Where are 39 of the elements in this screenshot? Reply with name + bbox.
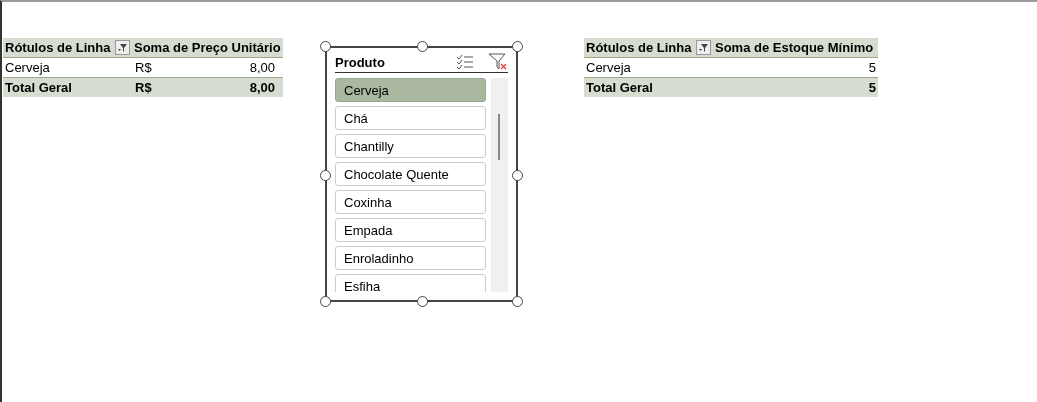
row-label: Total Geral — [585, 80, 654, 95]
slicer-item[interactable]: Esfiha — [335, 274, 487, 292]
selection-handle[interactable] — [512, 41, 523, 52]
selection-handle[interactable] — [320, 41, 331, 52]
slicer-item[interactable]: Cerveja — [335, 78, 487, 102]
row-label: Cerveja — [585, 60, 632, 75]
row-label: Cerveja — [4, 60, 51, 75]
selection-handle[interactable] — [512, 170, 523, 181]
slicer-item[interactable]: Chantilly — [335, 134, 487, 158]
selection-handle[interactable] — [417, 41, 428, 52]
currency-symbol: R$ — [134, 60, 153, 75]
table-cell-text: 5 — [867, 80, 877, 95]
table-cell-text: 5 — [867, 60, 877, 75]
filter-icon — [117, 42, 128, 53]
column-header: Soma de Estoque Mínimo — [714, 40, 875, 55]
scrollbar[interactable] — [491, 78, 508, 292]
clear-filter-icon[interactable] — [488, 53, 508, 71]
selection-handle[interactable] — [512, 296, 523, 307]
selection-handle[interactable] — [417, 296, 428, 307]
scrollbar-thumb[interactable] — [498, 114, 501, 160]
column-header: Soma de Preço Unitário — [133, 40, 282, 55]
column-header: Rótulos de Linha — [585, 40, 693, 55]
row-label: Total Geral — [4, 80, 73, 95]
filter-icon — [698, 42, 709, 53]
currency-symbol: R$ — [134, 80, 153, 95]
table-cell-text: 8,00 — [248, 60, 276, 75]
selection-handle[interactable] — [320, 296, 331, 307]
slicer-item[interactable]: Empada — [335, 218, 487, 242]
column-header: Rótulos de Linha — [4, 40, 112, 55]
table-cell-text: 8,00 — [248, 80, 276, 95]
slicer-item[interactable]: Chocolate Quente — [335, 162, 487, 186]
slicer-title: Produto — [335, 54, 386, 70]
multi-select-icon[interactable] — [456, 54, 474, 70]
slicer-item[interactable]: Chá — [335, 106, 487, 130]
selection-handle[interactable] — [320, 170, 331, 181]
filter-button[interactable] — [696, 40, 711, 55]
slicer-item[interactable]: Enroladinho — [335, 246, 487, 270]
filter-button[interactable] — [115, 40, 130, 55]
slicer-item[interactable]: Coxinha — [335, 190, 487, 214]
